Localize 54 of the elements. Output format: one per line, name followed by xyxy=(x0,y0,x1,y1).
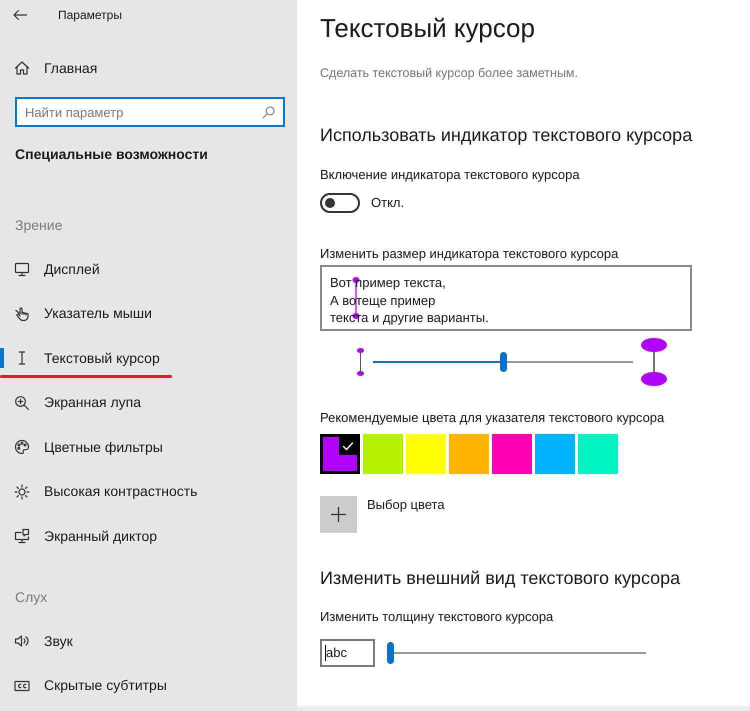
window-title: Параметры xyxy=(58,7,122,23)
toggle-switch[interactable] xyxy=(320,193,360,213)
check-icon xyxy=(339,437,357,455)
page-title: Текстовый курсор xyxy=(320,12,536,45)
large-cursor-indicator-icon xyxy=(641,338,667,386)
sidebar-item[interactable]: Дисплей xyxy=(0,247,297,292)
sidebar-item[interactable]: Экранная лупа xyxy=(0,380,297,425)
toggle-state-text: Откл. xyxy=(371,194,404,212)
category-heading: Специальные возможности xyxy=(14,145,209,164)
section-heading: Слух xyxy=(14,588,48,607)
monitor-icon xyxy=(14,261,30,278)
color-swatch[interactable] xyxy=(535,434,575,474)
small-cursor-indicator-icon xyxy=(357,348,364,376)
preview-text-line: текста и другие варианты. xyxy=(330,309,490,326)
section-heading: Зрение xyxy=(14,216,64,235)
colors-label: Рекомендуемые цвета для указателя текстового курсора xyxy=(320,409,666,427)
preview-text: abc xyxy=(326,644,347,662)
color-swatch[interactable] xyxy=(320,434,360,474)
zoom-in-icon xyxy=(14,394,30,411)
sidebar-item[interactable]: Указатель мыши xyxy=(0,292,297,336)
plus-icon xyxy=(320,496,357,533)
color-swatch[interactable] xyxy=(449,434,489,474)
section-heading: Использовать индикатор текстового курсора xyxy=(320,124,694,147)
sidebar-item[interactable]: Скрытые субтитры xyxy=(0,664,297,708)
thickness-label: Изменить толщину текстового курсора xyxy=(320,608,554,626)
slider-thumb[interactable] xyxy=(500,352,506,372)
sidebar-item[interactable]: Звук xyxy=(0,619,297,664)
home-link[interactable]: Главная xyxy=(0,50,297,86)
search-icon xyxy=(262,106,275,118)
color-swatch[interactable] xyxy=(578,434,618,474)
size-slider[interactable] xyxy=(370,352,636,372)
sidebar-item[interactable]: Текстовый курсор xyxy=(0,336,297,380)
color-swatch[interactable] xyxy=(492,434,532,474)
home-icon xyxy=(14,60,30,76)
section-heading: Изменить внешний вид текстового курсора xyxy=(320,567,682,590)
back-arrow-icon xyxy=(12,7,28,23)
palette-icon xyxy=(14,439,30,456)
page-description: Сделать текстовый курсор более заметным. xyxy=(320,65,579,82)
sidebar-item[interactable]: Цветные фильтры xyxy=(0,425,297,470)
search-field[interactable]: Найти параметр xyxy=(15,97,285,127)
hand-pointer-icon xyxy=(14,306,30,322)
sun-icon xyxy=(14,484,30,500)
color-swatch[interactable] xyxy=(406,434,446,474)
speaker-icon xyxy=(14,633,30,650)
sidebar-item[interactable]: Экранный диктор xyxy=(0,514,297,558)
monitor-speech-icon xyxy=(14,528,30,544)
custom-color-button[interactable]: Выбор цвета xyxy=(320,496,445,533)
sidebar-item[interactable]: Высокая контрастность xyxy=(0,470,297,514)
slider-thumb[interactable] xyxy=(387,642,394,664)
color-swatch[interactable] xyxy=(363,434,403,474)
selection-bar xyxy=(0,348,4,368)
toggle-label: Включение индикатора текстового курсора xyxy=(320,166,581,184)
thickness-slider[interactable] xyxy=(387,642,649,664)
size-label: Изменить размер индикатора текстового курсора xyxy=(320,245,620,263)
